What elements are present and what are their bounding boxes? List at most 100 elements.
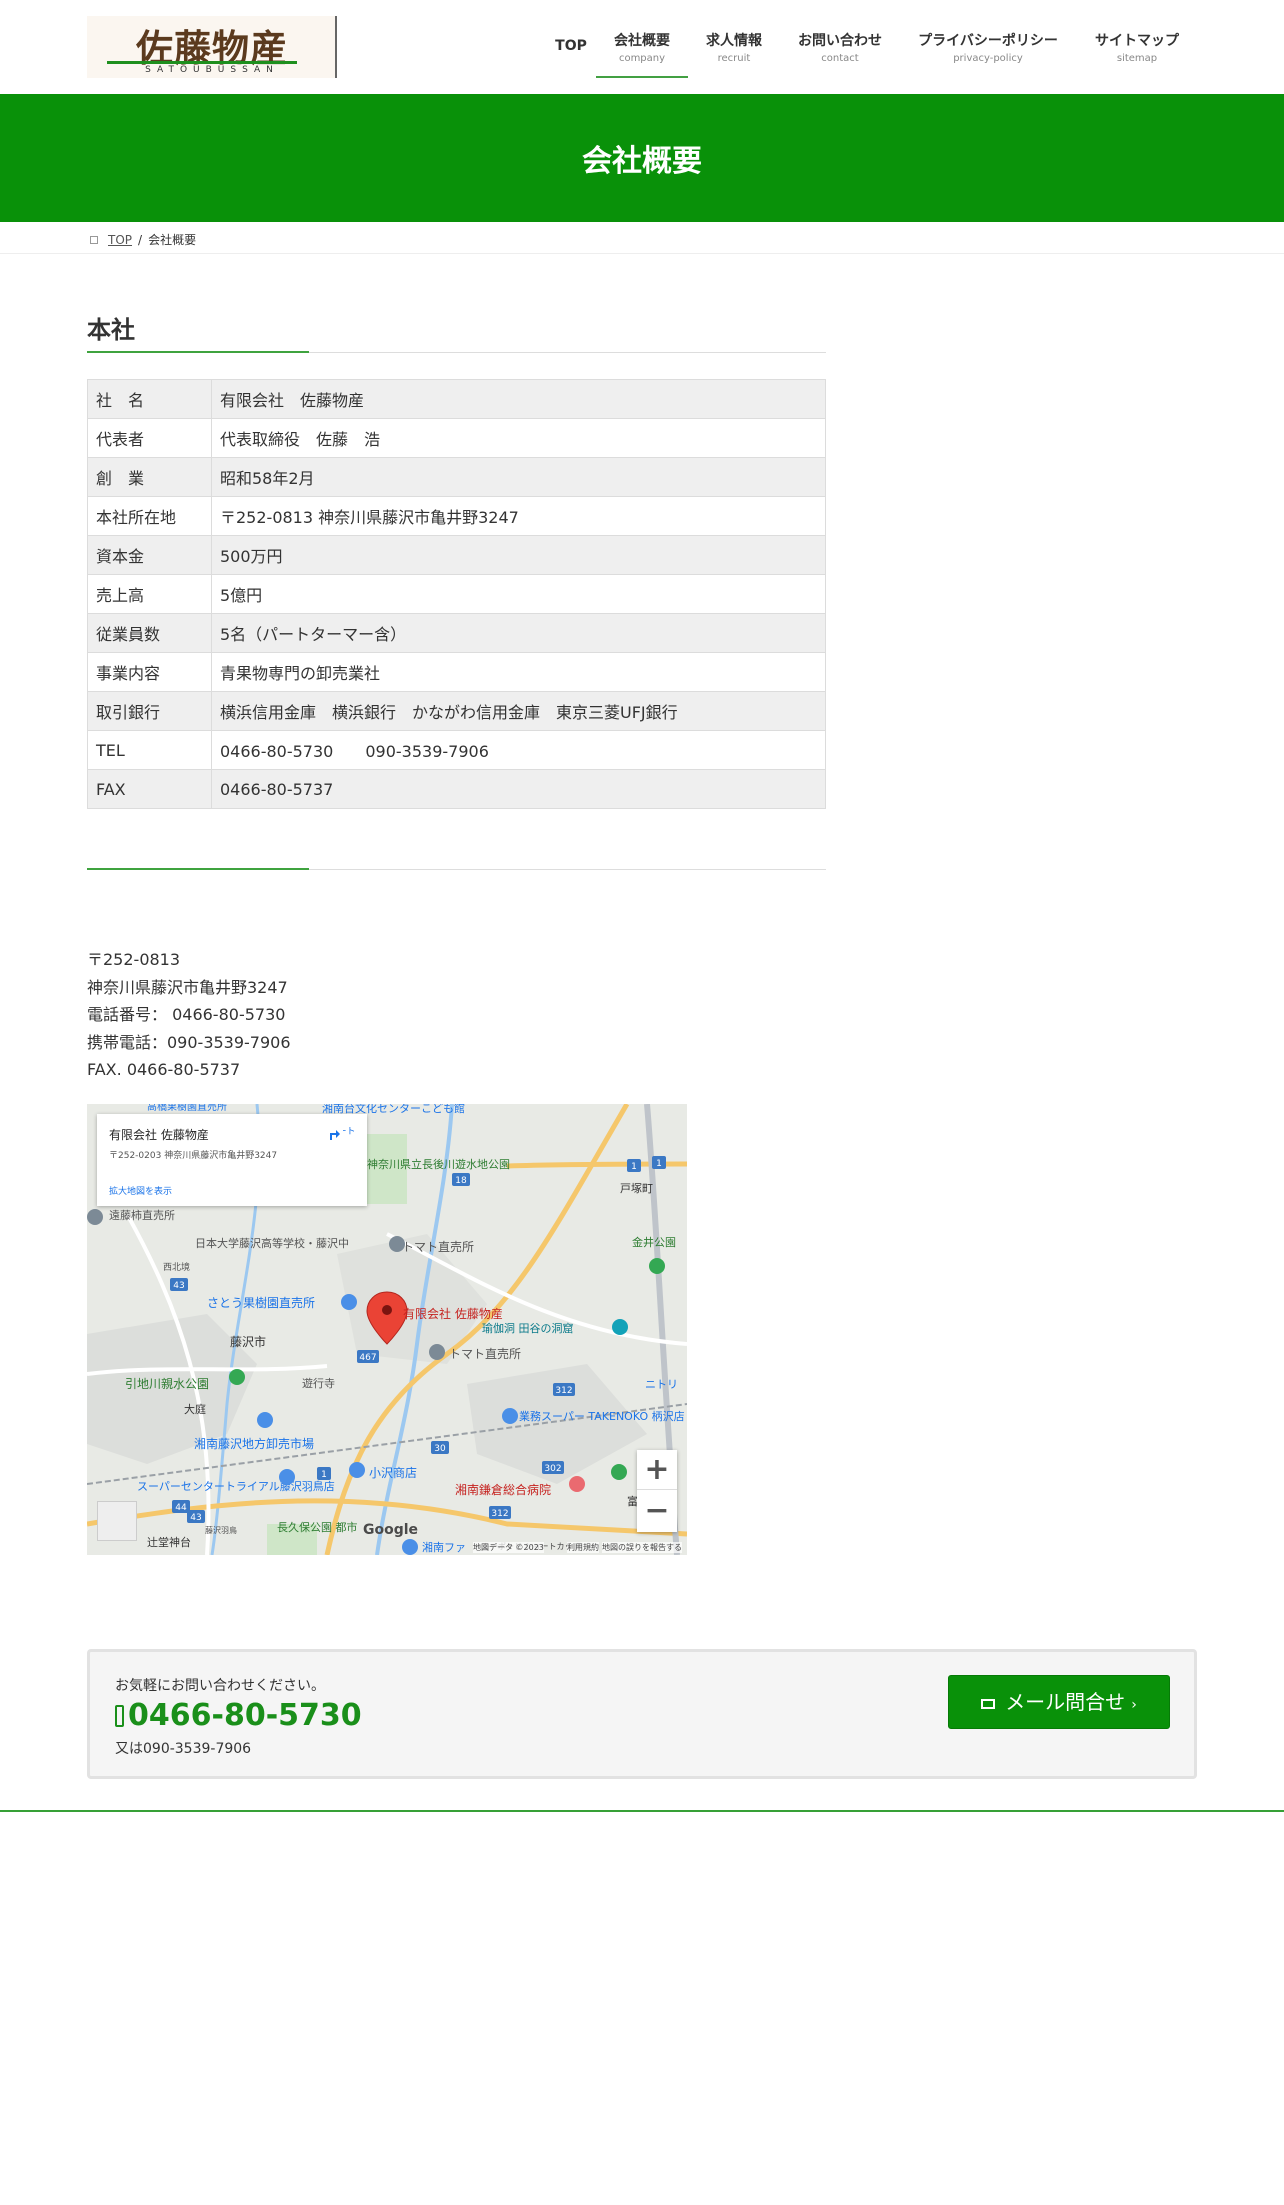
map-place-label: 大庭 xyxy=(184,1402,206,1416)
table-row-value: 0466-80-5737 xyxy=(211,769,826,809)
mail-button-label: メール問合せ xyxy=(1005,1690,1126,1714)
table-row-label: FAX xyxy=(87,769,212,809)
table-row-label: 事業内容 xyxy=(87,652,212,692)
google-map[interactable]: 有限会社 佐藤物産 湘南台文化センターこども館 神奈川県立長後川遊水地公園 日本… xyxy=(87,1104,687,1555)
nav-item-sitemap[interactable]: サイトマップ sitemap xyxy=(1076,0,1198,78)
page-header-band: 会社概要 xyxy=(0,94,1284,222)
nav-sublabel: sitemap xyxy=(1116,53,1158,64)
map-place-label: 戸塚町 xyxy=(620,1182,653,1195)
table-row-label: 従業員数 xyxy=(87,613,212,653)
section-title: 本社 xyxy=(87,316,135,344)
map-card-place-name: 有限会社 佐藤物産 xyxy=(109,1128,209,1142)
table-row: 創 業 昭和58年2月 xyxy=(87,457,826,497)
road-number: 44 xyxy=(175,1503,187,1513)
map-place-label: スーパーセンタートライアル藤沢羽鳥店 xyxy=(137,1479,335,1493)
table-row-label: 取引銀行 xyxy=(87,691,212,731)
map-place-label: 引地川親水公園 xyxy=(125,1377,209,1391)
map-card-address: 〒252-0203 神奈川県藤沢市亀井野3247 xyxy=(109,1151,278,1161)
map-place-card: 有限会社 佐藤物産 〒252-0203 神奈川県藤沢市亀井野3247 拡大地図を… xyxy=(97,1114,367,1206)
arrow-right-icon: › xyxy=(1131,1697,1137,1713)
map-poi-marker xyxy=(87,1209,103,1225)
table-row: 取引銀行 横浜信用金庫 横浜銀行 かながわ信用金庫 東京三菱UFJ銀行 xyxy=(87,691,826,731)
directions-icon xyxy=(325,1124,343,1142)
table-row-value: 有限会社 佐藤物産 xyxy=(211,379,826,419)
map-data-credit: 地図データ ©2023 xyxy=(473,1542,544,1553)
map-pin-label: 有限会社 佐藤物産 xyxy=(403,1306,503,1321)
table-row-value: 〒252-0813 神奈川県藤沢市亀井野3247 xyxy=(211,496,826,536)
table-row: 資本金 500万円 xyxy=(87,535,826,575)
map-place-label: トマト直売所 xyxy=(402,1239,474,1254)
map-poi-marker xyxy=(389,1236,405,1252)
contact-phone-number: 0466-80-5730 xyxy=(128,1698,362,1733)
map-place-label: 瑜伽洞 田谷の洞窟 xyxy=(482,1321,574,1335)
road-number: 1 xyxy=(656,1159,662,1169)
address-phone: 電話番号： 0466-80-5730 xyxy=(87,1005,286,1024)
zoom-in-button[interactable]: + xyxy=(637,1450,677,1490)
table-row-label: 資本金 xyxy=(87,535,212,575)
logo-underline xyxy=(107,61,297,64)
map-poi-marker xyxy=(257,1412,273,1428)
table-row: TEL 0466-80-5730 090-3539-7906 xyxy=(87,730,826,770)
road-number: 1 xyxy=(631,1162,637,1172)
nav-item-privacy-policy[interactable]: プライバシーポリシー privacy-policy xyxy=(900,0,1076,78)
map-poi-marker xyxy=(429,1344,445,1360)
site-logo[interactable]: 佐藤物産 SATOUBUSSAN xyxy=(87,16,337,78)
contact-phone[interactable]: 0466-80-5730 xyxy=(115,1698,362,1733)
breadcrumb: TOP / 会社概要 xyxy=(0,222,1284,254)
mail-inquiry-button[interactable]: メール問合せ › xyxy=(948,1675,1170,1729)
nav-item-company[interactable]: 会社概要 company xyxy=(596,0,688,78)
map-poi-marker xyxy=(611,1464,627,1480)
nav-sublabel: privacy-policy xyxy=(953,53,1023,64)
map-place-label: 遠藤柿直売所 xyxy=(109,1208,175,1222)
table-row-value: 昭和58年2月 xyxy=(211,457,826,497)
contact-cta-box: お気軽にお問い合わせください。 0466-80-5730 又は090-3539-… xyxy=(87,1649,1197,1779)
terms-link[interactable]: 利用規約 xyxy=(567,1542,599,1553)
address-street: 神奈川県藤沢市亀井野3247 xyxy=(87,977,288,997)
map-poi-marker xyxy=(502,1408,518,1424)
table-row: FAX 0466-80-5737 xyxy=(87,769,826,809)
home-icon xyxy=(90,235,98,244)
map-poi-marker xyxy=(649,1258,665,1274)
section-divider-accent xyxy=(87,351,309,353)
map-place-label: トマト直売所 xyxy=(449,1346,521,1361)
phone-icon xyxy=(115,1704,124,1727)
address-mobile: 携帯電話：090-3539-7906 xyxy=(87,1032,291,1052)
map-zoom-control: + − xyxy=(637,1450,677,1532)
table-row-label: 創 業 xyxy=(87,457,212,497)
nav-sublabel: company xyxy=(618,53,666,64)
road-number: 467 xyxy=(359,1353,376,1363)
table-row-label: 本社所在地 xyxy=(87,496,212,536)
table-row-value: 0466-80-5730 090-3539-7906 xyxy=(211,730,826,770)
breadcrumb-home-link[interactable]: TOP xyxy=(108,233,132,247)
map-poi-marker xyxy=(279,1469,295,1485)
map-place-label: 西北境 xyxy=(163,1261,190,1273)
directions-button[interactable]: ルート xyxy=(325,1124,359,1142)
contact-lead-text: お気軽にお問い合わせください。 xyxy=(115,1678,325,1694)
envelope-icon xyxy=(981,1698,996,1709)
footer-divider xyxy=(0,1810,1284,1812)
table-row-value: 5億円 xyxy=(211,574,826,614)
map-place-label: 藤沢羽鳥 xyxy=(205,1525,237,1535)
nav-label: 求人情報 xyxy=(706,33,762,49)
street-view-pegman-icon[interactable] xyxy=(97,1501,137,1541)
nav-item-recruit[interactable]: 求人情報 recruit xyxy=(688,0,780,78)
map-place-label: 金井公園 xyxy=(632,1235,676,1249)
nav-item-top[interactable]: TOP xyxy=(546,0,596,78)
nav-label: 会社概要 xyxy=(614,33,670,49)
map-place-label: 湘南鎌倉総合病院 xyxy=(455,1482,551,1497)
zoom-out-button[interactable]: − xyxy=(637,1491,677,1531)
nav-item-contact[interactable]: お問い合わせ contact xyxy=(780,0,900,78)
map-place-label: 神奈川県立長後川遊水地公園 xyxy=(367,1157,510,1171)
road-number: 43 xyxy=(190,1513,201,1523)
report-error-link[interactable]: 地図の誤りを報告する xyxy=(602,1542,682,1553)
address-postal: 〒252-0813 xyxy=(87,950,181,969)
view-larger-map-link[interactable]: 拡大地図を表示 xyxy=(109,1184,172,1197)
table-row-value: 青果物専門の卸売業社 xyxy=(211,652,826,692)
map-poi-marker xyxy=(569,1476,585,1492)
breadcrumb-separator: / xyxy=(138,232,143,247)
map-poi-marker xyxy=(341,1294,357,1310)
contact-alt-phone: 又は090-3539-7906 xyxy=(115,1741,252,1757)
nav-label: TOP xyxy=(555,38,587,54)
map-place-label: 湘南藤沢地方卸売市場 xyxy=(194,1436,314,1451)
nav-sublabel: contact xyxy=(821,53,859,64)
